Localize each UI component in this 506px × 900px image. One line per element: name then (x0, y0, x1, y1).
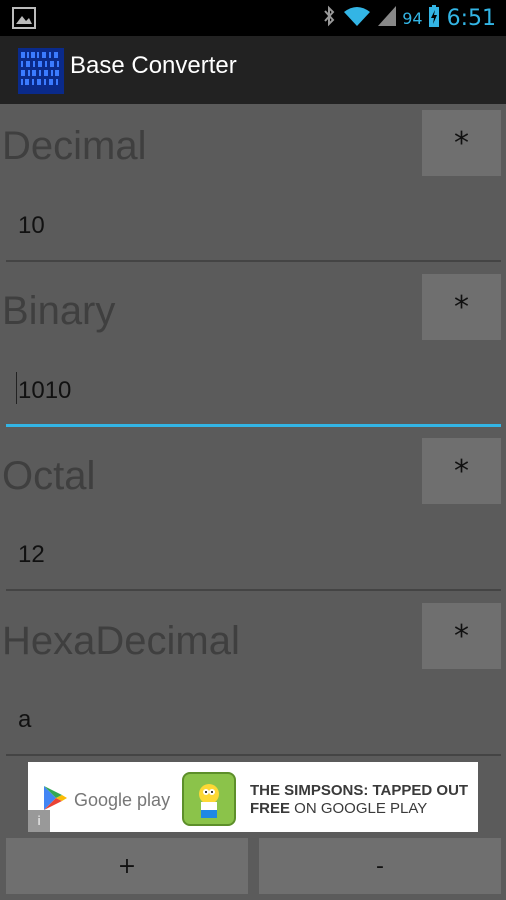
ad-subline-rest: ON GOOGLE PLAY (290, 800, 428, 817)
decimal-input-underline (6, 260, 501, 262)
signal-icon (378, 6, 397, 30)
hexadecimal-input[interactable]: a (18, 706, 31, 734)
octal-star-button[interactable]: * (422, 438, 501, 504)
binary-input-underline (6, 424, 501, 427)
battery-icon (428, 5, 439, 31)
plus-button[interactable]: + (6, 838, 248, 894)
octal-input[interactable]: 12 (18, 541, 45, 569)
battery-percent: 94 (402, 8, 423, 28)
simpsons-game-icon (182, 772, 236, 826)
wifi-icon (342, 5, 372, 31)
decimal-input[interactable]: 10 (18, 212, 45, 240)
status-bar: 94 6:51 (0, 0, 506, 36)
app-title: Base Converter (70, 52, 237, 79)
ad-headline: THE SIMPSONS: TAPPED OUT (250, 782, 469, 799)
text-cursor (16, 372, 17, 404)
google-play-text: Google play (74, 789, 171, 810)
hexadecimal-star-button[interactable]: * (422, 603, 501, 669)
action-bar: Base Converter (0, 36, 506, 104)
ad-banner[interactable]: Google play THE SIMPSONS: TAPPED OUT FRE… (28, 762, 478, 832)
decimal-star-button[interactable]: * (422, 110, 501, 176)
ad-info-icon[interactable]: i (28, 810, 50, 832)
hexadecimal-label: HexaDecimal (2, 619, 240, 663)
image-notification-icon (12, 7, 36, 29)
hexadecimal-input-underline (6, 754, 501, 756)
google-play-badge: Google play (42, 784, 170, 816)
bluetooth-icon (322, 5, 336, 31)
ad-subline: FREE ON GOOGLE PLAY (250, 800, 427, 817)
binary-label: Binary (2, 289, 116, 333)
octal-input-underline (6, 589, 501, 591)
binary-star-button[interactable]: * (422, 274, 501, 340)
binary-input[interactable]: 1010 (18, 377, 71, 405)
clock: 6:51 (446, 5, 496, 31)
status-icons: 94 6:51 (322, 4, 496, 32)
app-logo-icon (18, 48, 64, 94)
ad-free-text: FREE (250, 800, 291, 817)
decimal-label: Decimal (2, 124, 147, 168)
minus-button[interactable]: - (259, 838, 501, 894)
octal-label: Octal (2, 454, 96, 498)
